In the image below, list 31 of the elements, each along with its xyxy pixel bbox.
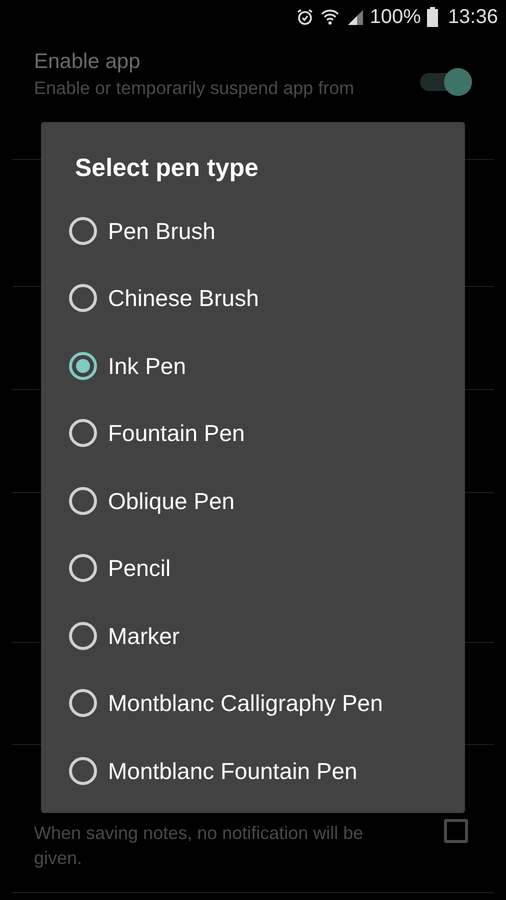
- radio-option[interactable]: Montblanc Calligraphy Pen: [69, 670, 459, 737]
- clock-time: 13:36: [448, 5, 498, 30]
- radio-option[interactable]: Marker: [69, 602, 459, 670]
- radio-option[interactable]: Montblanc Fountain Pen: [69, 737, 459, 804]
- radio-option[interactable]: Chinese Brush: [69, 264, 459, 332]
- radio-button[interactable]: [69, 216, 97, 245]
- radio-button[interactable]: [69, 622, 97, 650]
- setting-summary: Enable or temporarily suspend app from: [34, 77, 354, 100]
- signal-icon: [346, 8, 364, 26]
- setting-summary: given.: [34, 847, 82, 870]
- checkbox[interactable]: [444, 819, 468, 843]
- setting-summary: When saving notes, no notification will be: [34, 822, 364, 845]
- setting-title: Enable app: [34, 49, 140, 75]
- radio-option[interactable]: Pen Brush: [69, 197, 459, 264]
- radio-option[interactable]: Ink Pen: [69, 332, 459, 400]
- battery-percentage: 100%: [370, 5, 421, 30]
- radio-button[interactable]: [69, 689, 97, 718]
- wifi-icon: [320, 7, 340, 27]
- radio-button[interactable]: [69, 756, 97, 785]
- battery-icon: [426, 7, 438, 27]
- toggle-switch[interactable]: [418, 68, 472, 96]
- radio-option[interactable]: Oblique Pen: [69, 467, 459, 534]
- radio-button[interactable]: [69, 554, 97, 582]
- radio-option[interactable]: Pencil: [69, 534, 459, 602]
- radio-button[interactable]: [69, 352, 97, 380]
- radio-button[interactable]: [69, 284, 97, 312]
- alarm-icon: [296, 8, 314, 26]
- radio-option[interactable]: Fountain Pen: [69, 400, 459, 467]
- radio-button[interactable]: [69, 419, 97, 448]
- dialog-title: Select pen type: [75, 153, 258, 184]
- radio-button[interactable]: [69, 486, 97, 515]
